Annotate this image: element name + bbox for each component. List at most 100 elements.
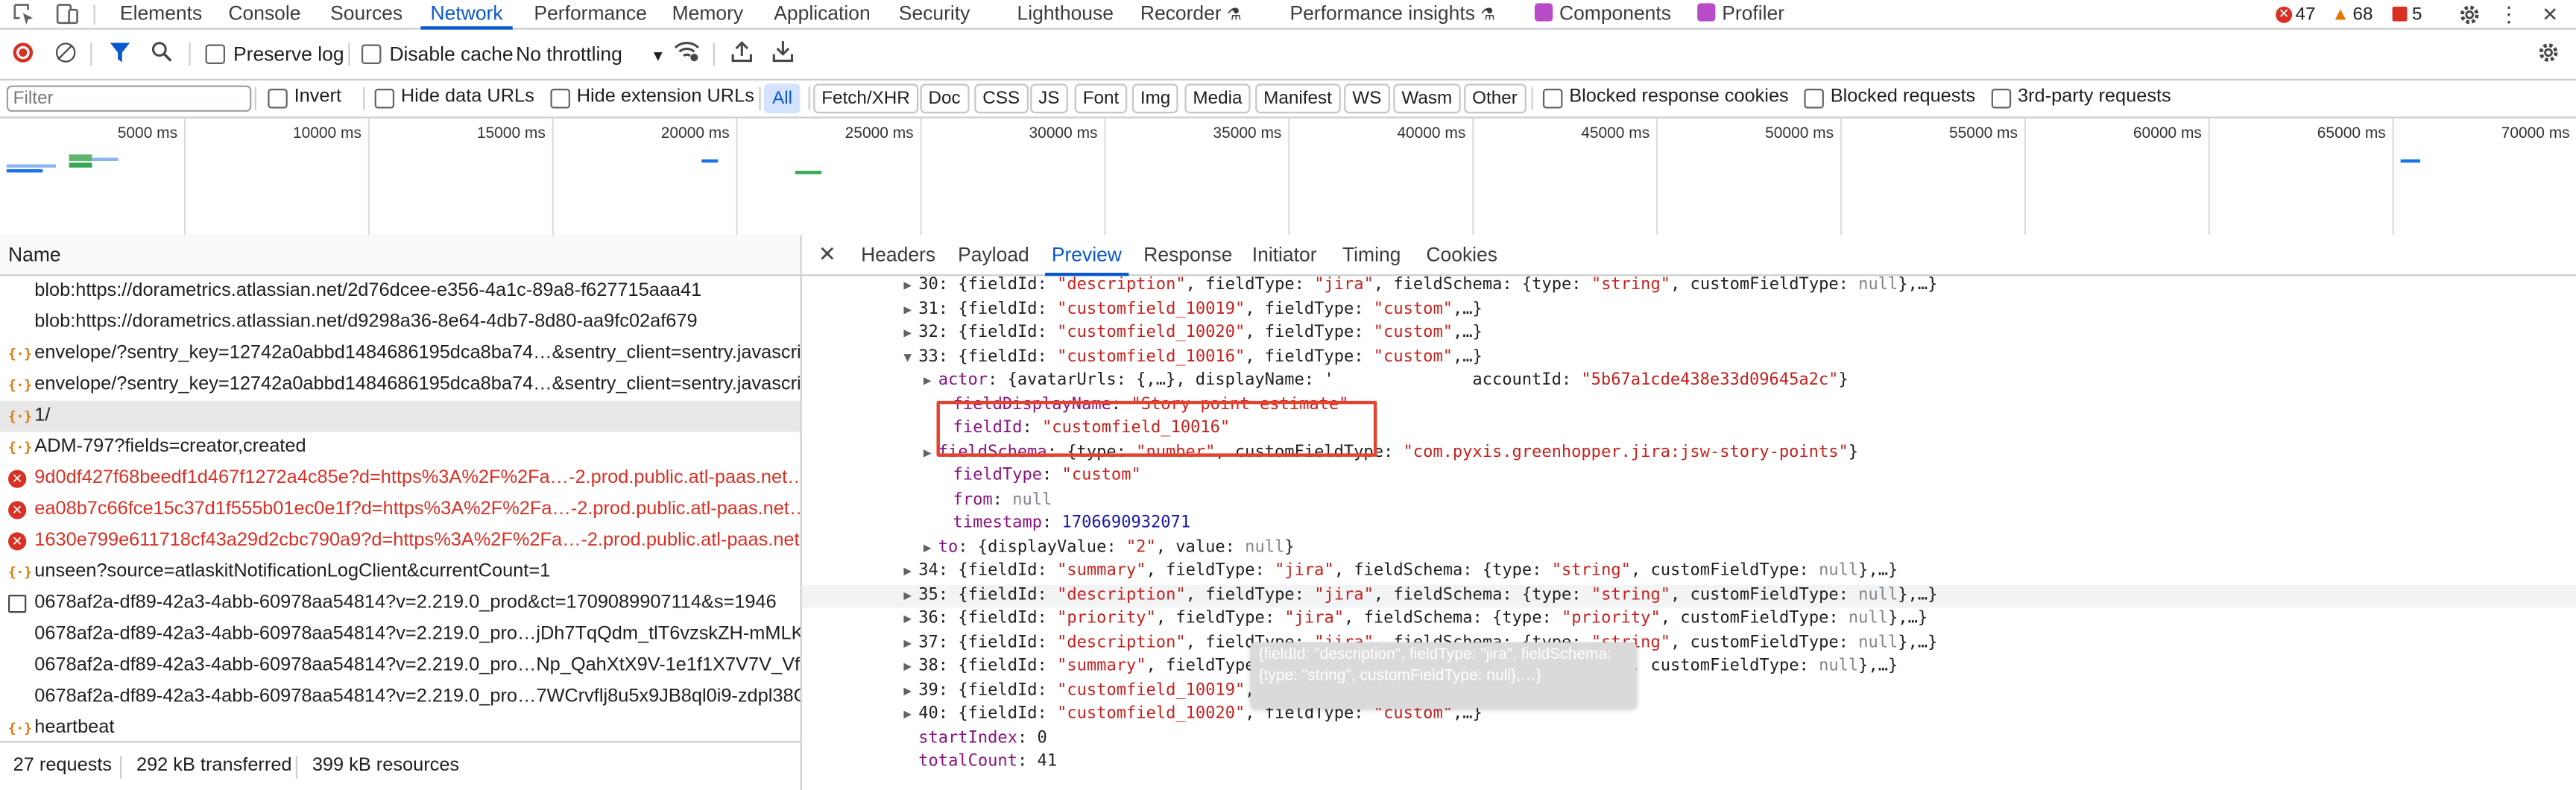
collapsed-triangle-icon[interactable]: ▶ [903, 322, 918, 346]
search-icon[interactable] [151, 41, 173, 63]
clear-icon[interactable] [55, 42, 76, 63]
tab-profiler[interactable]: Profiler [1697, 0, 1784, 28]
type-filter-doc[interactable]: Doc [920, 83, 969, 114]
collapsed-triangle-icon[interactable]: ▶ [903, 584, 918, 608]
collapsed-triangle-icon[interactable]: ▶ [903, 608, 918, 632]
json-line[interactable]: ▶ 35: {fieldId: "description", fieldType:… [801, 584, 2576, 608]
network-overview-timeline[interactable]: 5000 ms 10000 ms 15000 ms 20000 ms 25000 ms 3… [0, 118, 2576, 240]
type-filter-wasm[interactable]: Wasm [1393, 83, 1461, 114]
json-line[interactable]: ▶39: {fieldId: "customfield_10019", fiel… [802, 680, 2576, 704]
more-options-icon[interactable]: ⋮ [2498, 1, 2520, 26]
disable-cache-checkbox[interactable] [361, 44, 382, 64]
tab-application[interactable]: Application [774, 0, 870, 28]
json-line[interactable]: ▶ 37: {fieldId: "description", fieldType:… [802, 632, 2576, 656]
request-row[interactable]: {·} ADM-797?fields=creator,created [0, 432, 801, 464]
tab-performance[interactable]: Performance [534, 0, 646, 28]
settings-gear-icon[interactable] [2457, 1, 2481, 26]
blocked-requests-checkbox[interactable] [1804, 89, 1824, 109]
device-toolbar-icon[interactable] [56, 3, 79, 25]
type-filter-img[interactable]: Img [1131, 83, 1179, 114]
error-count[interactable]: ✕ 47 [2276, 3, 2316, 25]
export-har-icon[interactable] [772, 40, 794, 63]
third-party-requests-checkbox[interactable] [1991, 89, 2012, 109]
tab-sources[interactable]: Sources [330, 0, 402, 28]
tab-recorder[interactable]: Recorder ⚗ [1140, 0, 1242, 28]
invert-checkbox[interactable] [268, 89, 288, 109]
json-line[interactable]: ▶ 32: {fieldId: "customfield_10020", fiel… [802, 322, 2576, 346]
tab-performance-insights[interactable]: Performance insights ⚗ [1289, 0, 1495, 28]
request-row[interactable]: {·} envelope/?sentry_key=12742a0abbd14846… [0, 338, 801, 370]
import-har-icon[interactable] [731, 40, 753, 63]
json-line[interactable]: ▶ 34: {fieldId: "summary", fieldType: "ji… [802, 560, 2576, 584]
request-row[interactable]: 0678af2a-df89-42a3-4abb-60978aa54814?v=2… [0, 588, 801, 619]
type-filter-other[interactable]: Other [1464, 83, 1526, 114]
expanded-triangle-icon[interactable]: ▼ [903, 346, 918, 370]
tab-headers[interactable]: Headers [861, 235, 935, 274]
request-row[interactable]: {·} 1/ [0, 400, 801, 432]
tab-lighthouse[interactable]: Lighthouse [1017, 0, 1114, 28]
type-filter-manifest[interactable]: Manifest [1255, 83, 1340, 114]
tab-preview[interactable]: Preview [1045, 235, 1128, 276]
tab-memory[interactable]: Memory [672, 0, 744, 28]
collapsed-triangle-icon[interactable]: ▶ [903, 298, 918, 322]
json-line[interactable]: ▶ actor: {avatarUrls: {,…}, displayName: … [802, 370, 2576, 394]
tab-security[interactable]: Security [899, 0, 970, 28]
network-conditions-icon[interactable] [674, 41, 700, 63]
type-filter-all[interactable]: All [764, 83, 801, 114]
network-settings-gear-icon[interactable] [2537, 41, 2560, 64]
type-filter-font[interactable]: Font [1074, 83, 1128, 114]
collapsed-triangle-icon[interactable]: ▶ [903, 274, 918, 298]
collapsed-triangle-icon[interactable]: ▶ [924, 370, 938, 394]
type-filter-js[interactable]: JS [1030, 83, 1068, 114]
tab-response[interactable]: Response [1143, 235, 1232, 274]
inspect-element-icon[interactable] [13, 3, 35, 25]
tab-timing[interactable]: Timing [1342, 235, 1401, 274]
filter-input[interactable] [6, 85, 252, 112]
request-row[interactable]: 0678af2a-df89-42a3-4abb-60978aa54814?v=2… [0, 651, 800, 682]
hide-extension-urls-checkbox[interactable] [550, 89, 570, 109]
collapsed-triangle-icon[interactable]: ▶ [903, 703, 918, 727]
json-line[interactable]: ▶38: {fieldId: "summary", fieldType: "ji… [802, 656, 2576, 680]
tab-components[interactable]: Components [1534, 0, 1671, 28]
json-line[interactable]: ▶ 30: {fieldId: "description", fieldType:… [802, 274, 2576, 298]
name-column-header[interactable]: Name [0, 235, 801, 276]
tab-network[interactable]: Network [420, 0, 513, 30]
tab-elements[interactable]: Elements [120, 0, 202, 28]
request-row[interactable]: ✕ 9d0df427f68beedf1d467f1272a4c85e?d=http… [0, 464, 801, 495]
issue-count[interactable]: 5 [2392, 3, 2422, 25]
tab-payload[interactable]: Payload [958, 235, 1029, 274]
request-row[interactable]: ✕ 1630e799e611718cf43a29d2cbc790a9?d=http… [0, 525, 801, 557]
collapsed-triangle-icon[interactable]: ▶ [903, 560, 918, 584]
tab-initiator[interactable]: Initiator [1252, 235, 1317, 274]
type-filter-css[interactable]: CSS [974, 83, 1029, 114]
request-row[interactable]: 0678af2a-df89-42a3-4abb-60978aa54814?v=2… [0, 619, 800, 651]
filter-icon[interactable] [110, 42, 130, 63]
collapsed-triangle-icon[interactable]: ▶ [903, 680, 918, 704]
stop-recording-button[interactable] [13, 42, 34, 63]
request-row[interactable]: 0678af2a-df89-42a3-4abb-60978aa54814?v=2… [0, 682, 800, 713]
collapsed-triangle-icon[interactable]: ▶ [903, 632, 918, 656]
preserve-log-checkbox[interactable] [205, 44, 226, 64]
request-row[interactable]: {·} unseen?source=atlaskitNotificationLog… [0, 557, 801, 588]
throttling-select[interactable]: No throttling ▼ [516, 42, 666, 66]
request-row[interactable]: {·} heartbeat [0, 713, 801, 745]
request-row[interactable]: blob:https://dorametrics.atlassian.net/d… [0, 307, 801, 338]
json-line[interactable]: ▶ to: {displayValue: "2", value: null} [802, 537, 2576, 560]
type-filter-fetch-xhr[interactable]: Fetch/XHR [813, 83, 918, 114]
request-row[interactable]: blob:https://dorametrics.atlassian.net/2… [0, 276, 801, 307]
request-row[interactable]: ✕ ea08b7c66fce15c37d1f555b01ec0e1f?d=http… [0, 495, 801, 526]
tab-cookies[interactable]: Cookies [1426, 235, 1497, 274]
request-row[interactable]: {·} envelope/?sentry_key=12742a0abbd14846… [0, 370, 801, 401]
hide-data-urls-checkbox[interactable] [374, 89, 395, 109]
json-line[interactable]: ▼ 33: {fieldId: "customfield_10016", fiel… [802, 346, 2576, 370]
type-filter-ws[interactable]: WS [1344, 83, 1390, 114]
json-line[interactable]: ▶ 36: {fieldId: "priority", fieldType: "j… [802, 608, 2576, 632]
type-filter-media[interactable]: Media [1184, 83, 1251, 114]
close-details-icon[interactable]: ✕ [818, 241, 836, 265]
json-line[interactable]: ▶ 40: {fieldId: "customfield_10020", fiel… [802, 703, 2576, 727]
collapsed-triangle-icon[interactable]: ▶ [924, 537, 938, 560]
json-line[interactable]: ▶ 31: {fieldId: "customfield_10019", fiel… [802, 298, 2576, 322]
warning-count[interactable]: ▲ 68 [2332, 3, 2373, 25]
blocked-response-cookies-checkbox[interactable] [1542, 89, 1563, 109]
collapsed-triangle-icon[interactable]: ▶ [903, 656, 918, 680]
